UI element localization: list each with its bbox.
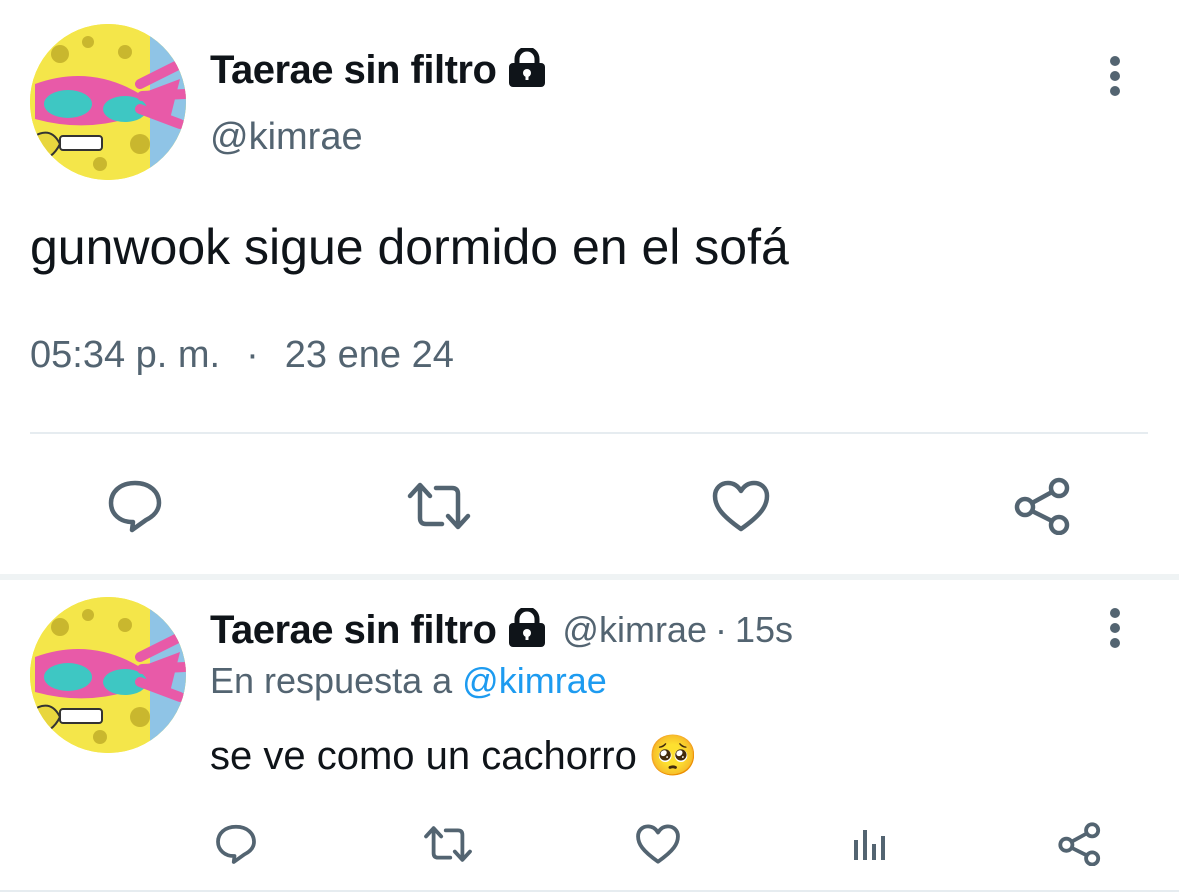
divider [30,432,1148,434]
avatar[interactable] [30,24,186,180]
more-vertical-icon[interactable] [1098,55,1132,97]
reply-button[interactable] [208,818,264,870]
analytics-button[interactable] [842,818,898,870]
display-name[interactable]: Taerae sin filtro [210,48,497,93]
share-button[interactable] [1052,818,1108,870]
reply-button[interactable] [100,474,170,538]
avatar[interactable] [30,597,186,753]
pleading-face-emoji: 🥺 [648,734,698,778]
like-icon [712,480,770,532]
handle[interactable]: @kimrae [210,116,363,159]
like-button[interactable] [706,474,776,538]
like-button[interactable] [630,818,686,870]
tweet-text: gunwook sigue dormido en el sofá [30,219,789,275]
retweet-button[interactable] [404,474,474,538]
section-separator [0,574,1179,580]
handle[interactable]: @kimrae [562,609,707,651]
retweet-button[interactable] [420,818,476,870]
share-icon [1014,477,1070,535]
reply-icon [108,480,162,533]
more-vertical-icon[interactable] [1098,607,1132,649]
analytics-icon [854,830,885,860]
reply-icon [216,824,256,864]
share-button[interactable] [1008,474,1078,538]
reply-to-mention[interactable]: @kimrae [462,660,607,701]
tweet-date[interactable]: 23 ene 24 [285,334,454,377]
retweet-icon [424,826,472,862]
tweet-age[interactable]: 15s [735,609,793,651]
divider [0,890,1179,892]
meta-separator: · [714,609,727,650]
tweet-text: se ve como un cachorro [210,734,637,778]
lock-icon [506,606,548,653]
share-icon [1058,822,1101,866]
retweet-icon [407,482,471,530]
meta-separator: · [246,334,259,376]
lock-icon [506,46,548,93]
reply-context-label: En respuesta a [210,660,453,701]
display-name[interactable]: Taerae sin filtro [210,608,497,653]
tweet-time[interactable]: 05:34 p. m. [30,334,220,377]
like-icon [636,824,680,864]
spongebob-avatar [30,24,186,180]
spongebob-avatar [30,597,186,753]
